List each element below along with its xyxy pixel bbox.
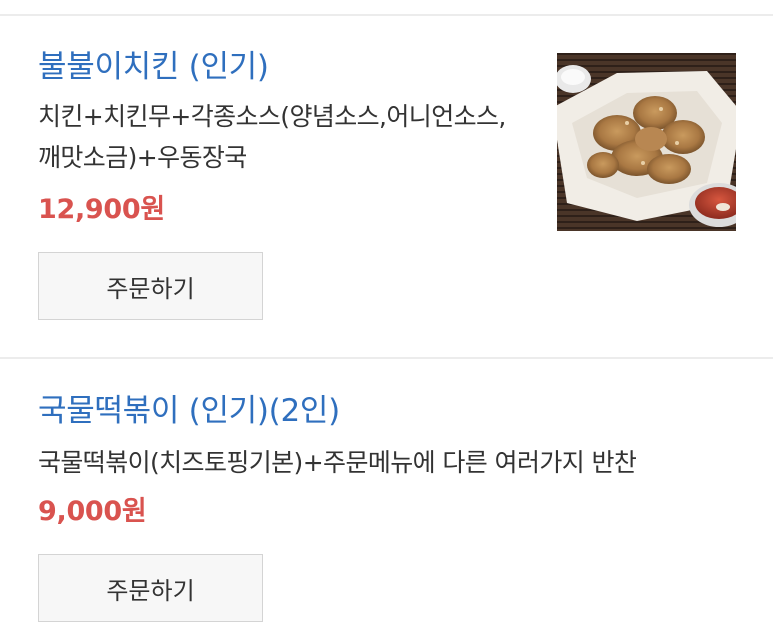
menu-item-tteokbokki: 국물떡볶이 (인기)(2인) 국물떡볶이(치즈토핑기본)+주문메뉴에 다른 여러… [0, 358, 773, 637]
order-button[interactable]: 주문하기 [38, 252, 263, 320]
menu-item-description: 국물떡볶이(치즈토핑기본)+주문메뉴에 다른 여러가지 반찬 [38, 448, 637, 477]
menu-item-buldak-chicken: 불불이치킨 (인기) 치킨+치킨무+각종소스(양념소스,어니언소스,깨맛소금)+… [0, 0, 773, 358]
menu-item-price: 9,000원 [38, 496, 147, 527]
fried-chicken-illustration [557, 53, 736, 231]
menu-item-title[interactable]: 불불이치킨 (인기) [38, 52, 269, 83]
menu-item-title[interactable]: 국물떡볶이 (인기)(2인) [38, 396, 340, 427]
fried-chicken-photo[interactable] [557, 53, 736, 231]
menu-item-description: 치킨+치킨무+각종소스(양념소스,어니언소스,깨맛소금)+우동장국 [38, 102, 506, 172]
order-button[interactable]: 주문하기 [38, 554, 263, 622]
menu-item-price: 12,900원 [38, 194, 165, 225]
